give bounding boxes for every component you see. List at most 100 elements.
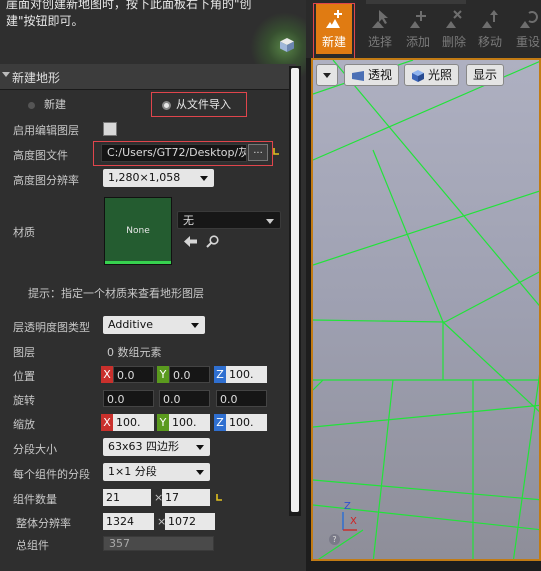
- component-count-y-value[interactable]: 17: [162, 489, 210, 506]
- delete-icon: [446, 10, 462, 28]
- browse-button[interactable]: ...: [248, 144, 268, 161]
- reset-arrow-icon[interactable]: [273, 147, 281, 157]
- lit-cube-icon: [412, 69, 424, 82]
- select-icon: [372, 10, 388, 28]
- heightmap-file-label: 高度图文件: [13, 149, 68, 162]
- perspective-label: 透视: [368, 68, 393, 82]
- toolbar-new-button[interactable]: 新建: [316, 4, 352, 54]
- toolbar-select-label: 选择: [367, 35, 392, 49]
- x-axis-tag: X: [101, 366, 113, 383]
- rotation-label: 旋转: [13, 394, 35, 407]
- perspective-button[interactable]: 透视: [344, 64, 400, 86]
- cube-icon: [280, 38, 294, 52]
- chevron-down-icon: [191, 323, 199, 328]
- scale-x-field[interactable]: X 100.: [101, 414, 154, 431]
- radio-new-dot[interactable]: [28, 101, 35, 109]
- location-label: 位置: [13, 370, 35, 383]
- add-icon: [410, 11, 426, 28]
- viewport-area: 新建 选择 添加 删除 移动 重设 透视 光照 显示 Z X ?: [306, 0, 541, 571]
- material-value: 无: [183, 214, 194, 227]
- section-size-label: 分段大小: [13, 443, 57, 456]
- radio-import-label: 从文件导入: [176, 98, 231, 111]
- location-x-value[interactable]: 0.0: [113, 366, 154, 383]
- total-components-value: 357: [103, 536, 214, 551]
- rotation-y-value[interactable]: 0.0: [159, 390, 210, 407]
- scale-z-field[interactable]: Z 100.: [214, 414, 267, 431]
- location-z-field[interactable]: Z 100.: [214, 366, 267, 383]
- chevron-down-icon: [266, 219, 274, 224]
- toolbar-reset-button[interactable]: 重设: [510, 4, 541, 54]
- material-tip-text: 提示：指定一个材质来查看地形图层: [28, 287, 204, 300]
- location-z-value[interactable]: 100.: [226, 366, 267, 383]
- show-label: 显示: [473, 68, 498, 82]
- lit-button[interactable]: 光照: [404, 64, 460, 86]
- component-count-y-field[interactable]: 17: [162, 489, 212, 506]
- enable-edit-layers-checkbox[interactable]: [103, 122, 117, 136]
- component-count-x-value[interactable]: 21: [103, 489, 151, 506]
- overall-resolution-y-field[interactable]: 1072: [165, 513, 215, 530]
- landscape-grid-wireframe: [313, 60, 539, 559]
- layer-blend-type-value: Additive: [108, 318, 153, 331]
- material-thumbnail[interactable]: None: [104, 197, 172, 265]
- overall-resolution-y-value[interactable]: 1072: [165, 513, 215, 530]
- new-landscape-section-header[interactable]: 新建地形: [0, 64, 296, 90]
- toolbar-move-button[interactable]: 移动: [472, 4, 508, 54]
- overall-resolution-x-field[interactable]: 1324: [101, 513, 154, 530]
- material-label: 材质: [13, 226, 35, 239]
- chevron-down-icon: [323, 73, 331, 78]
- toolbar-delete-button[interactable]: 删除: [436, 4, 472, 54]
- collapse-arrow-icon: [2, 72, 10, 77]
- move-icon: [482, 10, 498, 28]
- x-axis-tag: X: [101, 414, 113, 431]
- toolbar-select-button[interactable]: 选择: [362, 4, 398, 54]
- level-viewport[interactable]: 透视 光照 显示 Z X ?: [311, 58, 541, 561]
- sections-per-component-dropdown[interactable]: 1×1 分段: [103, 463, 210, 481]
- show-button[interactable]: 显示: [466, 64, 505, 86]
- scale-x-value[interactable]: 100.: [113, 414, 154, 431]
- enable-edit-layers-label: 启用编辑图层: [13, 124, 79, 137]
- browse-magnifier-icon[interactable]: [206, 235, 219, 248]
- layer-blend-type-dropdown[interactable]: Additive: [103, 316, 205, 334]
- overall-resolution-label: 整体分辨率: [16, 517, 71, 530]
- scale-y-value[interactable]: 100.: [169, 414, 210, 431]
- location-y-value[interactable]: 0.0: [169, 366, 210, 383]
- material-dropdown[interactable]: 无: [177, 211, 281, 229]
- reset-arrow-icon[interactable]: [216, 493, 224, 503]
- radio-import-option[interactable]: 从文件导入: [162, 96, 231, 116]
- scale-y-field[interactable]: Y 100.: [157, 414, 210, 431]
- panel-scrollbar[interactable]: [289, 66, 301, 516]
- scrollbar-thumb[interactable]: [291, 68, 299, 512]
- viewport-options-button[interactable]: [316, 64, 338, 86]
- perspective-icon: [352, 70, 364, 81]
- heightmap-resolution-label: 高度图分辨率: [13, 174, 79, 187]
- layer-blend-type-label: 层透明度图类型: [13, 321, 90, 334]
- layers-value: 0 数组元素: [107, 346, 162, 359]
- section-size-dropdown[interactable]: 63x63 四边形: [103, 438, 210, 456]
- location-y-field[interactable]: Y 0.0: [157, 366, 210, 383]
- toolbar-delete-label: 删除: [441, 35, 466, 49]
- rotation-y-field[interactable]: 0.0: [157, 390, 210, 407]
- section-title: 新建地形: [12, 71, 61, 85]
- rotation-z-field[interactable]: 0.0: [214, 390, 267, 407]
- location-x-field[interactable]: X 0.0: [101, 366, 154, 383]
- rotation-x-field[interactable]: 0.0: [101, 390, 154, 407]
- component-count-x-field[interactable]: 21: [101, 489, 151, 506]
- rotation-z-value[interactable]: 0.0: [216, 390, 267, 407]
- toolbar-move-label: 移动: [477, 35, 502, 49]
- scale-label: 缩放: [13, 418, 35, 431]
- use-selected-arrow-icon[interactable]: [184, 236, 197, 247]
- heightmap-resolution-dropdown[interactable]: 1,280×1,058: [103, 169, 214, 187]
- scale-z-value[interactable]: 100.: [226, 414, 267, 431]
- radio-new-option[interactable]: 新建: [28, 96, 66, 116]
- total-components-label: 总组件: [16, 539, 49, 552]
- top-hint-text: 崖面对创建新地图时，按下此面板右下角的"创建"按钮即可。: [6, 0, 252, 28]
- section-size-value: 63x63 四边形: [108, 440, 180, 453]
- rotation-x-value[interactable]: 0.0: [103, 390, 154, 407]
- material-thumb-text: None: [126, 226, 150, 236]
- help-icon[interactable]: ?: [329, 534, 340, 545]
- radio-import-dot[interactable]: [162, 100, 171, 110]
- new-icon: [326, 10, 342, 28]
- heightmap-path-field[interactable]: C:/Users/GT72/Desktop/灰: [101, 144, 247, 162]
- overall-resolution-x-value[interactable]: 1324: [103, 513, 154, 530]
- toolbar-add-button[interactable]: 添加: [400, 4, 436, 54]
